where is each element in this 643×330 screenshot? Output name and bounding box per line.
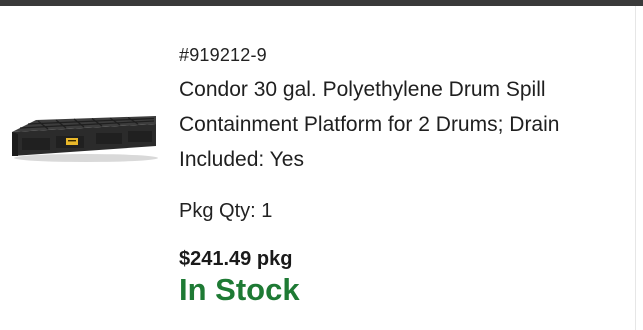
product-sku: #919212-9 [179, 45, 267, 65]
package-quantity: Pkg Qty: 1 [179, 200, 273, 222]
product-details: #919212-9 Condor 30 gal. Polyethylene Dr… [179, 44, 629, 307]
product-card: #919212-9 Condor 30 gal. Polyethylene Dr… [0, 6, 635, 330]
spill-platform-icon [12, 116, 158, 162]
page: #919212-9 Condor 30 gal. Polyethylene Dr… [0, 0, 643, 330]
column-divider [635, 6, 636, 330]
product-price: $241.49 pkg [179, 248, 293, 270]
product-title-link[interactable]: Condor 30 gal. Polyethylene Drum Spill C… [179, 72, 629, 177]
product-image[interactable] [8, 106, 160, 166]
stock-status: In Stock [179, 272, 300, 307]
